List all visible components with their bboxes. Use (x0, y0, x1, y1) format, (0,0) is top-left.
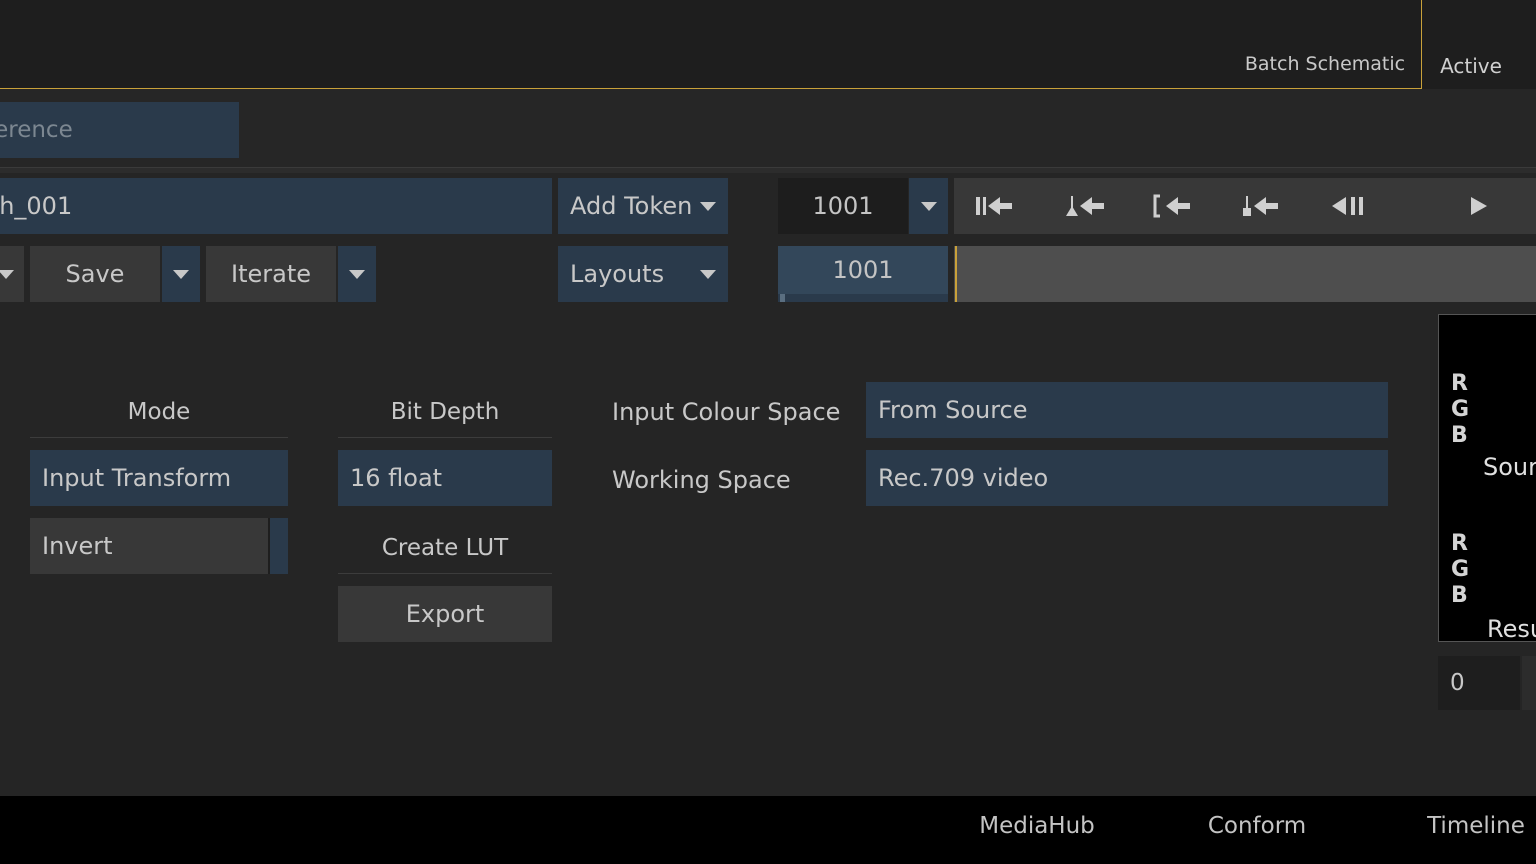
tab-timeline[interactable]: Timeline (1418, 796, 1534, 856)
playhead[interactable] (955, 246, 957, 302)
source-rgb-labels: R G B (1451, 371, 1469, 449)
viewer-value-field[interactable]: 0 (1438, 656, 1520, 710)
input-colour-space-value: From Source (878, 396, 1028, 424)
invert-label: Invert (42, 532, 113, 560)
reference-field-value: ference (0, 117, 73, 143)
bit-depth-header: Bit Depth (390, 399, 500, 425)
tab-batch-schematic[interactable]: Batch Schematic (1230, 44, 1420, 84)
save-dropdown-button[interactable] (162, 246, 200, 302)
previous-mark-button[interactable] (1232, 178, 1292, 234)
colour-viewer: R G B Sour R G B Resu (1438, 314, 1536, 642)
start-frame-value: 1001 (832, 256, 894, 284)
chevron-down-icon (700, 202, 716, 211)
previous-mark-icon (1243, 196, 1278, 216)
transport-controls (954, 178, 1536, 234)
play-reverse-icon (1332, 197, 1363, 215)
source-r-label: R (1451, 371, 1468, 396)
viewer-value: 0 (1450, 670, 1465, 696)
tab-separator (1421, 0, 1422, 89)
batch-name-value: ch_001 (0, 192, 73, 220)
result-g-label: G (1451, 557, 1470, 582)
tab-mediahub[interactable]: MediaHub (970, 796, 1104, 856)
chevron-down-icon (700, 270, 716, 279)
section-divider (0, 167, 1536, 173)
input-colour-space-label: Input Colour Space (612, 398, 841, 426)
source-label: Sour (1483, 453, 1536, 481)
source-b-label: B (1451, 423, 1468, 448)
layouts-label: Layouts (570, 260, 665, 288)
mode-header-underline (30, 437, 288, 438)
save-label: Save (65, 260, 125, 288)
chevron-down-icon (920, 201, 937, 211)
previous-keyframe-button[interactable] (1056, 178, 1116, 234)
tab-active[interactable]: Active (1424, 44, 1518, 88)
iterate-button[interactable]: Iterate (206, 246, 336, 302)
result-rgb-labels: R G B (1451, 531, 1469, 609)
working-space-label: Working Space (612, 466, 791, 494)
add-token-label: Add Token (570, 192, 693, 220)
export-label: Export (405, 600, 485, 628)
current-frame-field[interactable]: 1001 (778, 178, 908, 234)
mode-value: Input Transform (42, 464, 232, 492)
tab-conform[interactable]: Conform (1196, 796, 1318, 856)
previous-in-icon (1153, 194, 1190, 218)
play-reverse-button[interactable] (1320, 178, 1380, 234)
reference-field[interactable]: ference (0, 102, 239, 158)
bit-depth-select[interactable]: 16 float (338, 450, 552, 506)
invert-toggle-indicator[interactable] (268, 518, 288, 574)
export-button[interactable]: Export (338, 586, 552, 642)
frame-dropdown-button[interactable] (909, 178, 948, 234)
bit-depth-header-underline (338, 437, 552, 438)
chevron-down-icon (0, 270, 14, 279)
previous-in-point-button[interactable] (1144, 178, 1204, 234)
current-frame-value: 1001 (812, 192, 874, 220)
go-to-start-button[interactable] (966, 178, 1026, 234)
input-colour-space-select[interactable]: From Source (866, 382, 1388, 438)
viewer-value-side (1522, 656, 1536, 710)
left-dropdown-button[interactable] (0, 246, 24, 302)
add-token-button[interactable]: Add Token (558, 178, 728, 234)
chevron-down-icon (349, 269, 365, 279)
save-button[interactable]: Save (30, 246, 160, 302)
create-lut-header: Create LUT (381, 535, 509, 561)
batch-name-field[interactable]: ch_001 (0, 178, 552, 234)
iterate-label: Iterate (230, 260, 311, 288)
play-forward-icon (1471, 197, 1487, 215)
result-r-label: R (1451, 531, 1468, 556)
working-space-select[interactable]: Rec.709 video (866, 450, 1388, 506)
invert-toggle[interactable]: Invert (30, 518, 288, 574)
chevron-down-icon (173, 269, 189, 279)
result-b-label: B (1451, 583, 1468, 608)
previous-keyframe-icon (1066, 196, 1104, 216)
timeline-scrubber[interactable] (954, 246, 1536, 302)
iterate-dropdown-button[interactable] (338, 246, 376, 302)
result-label: Resu (1487, 615, 1536, 642)
layouts-button[interactable]: Layouts (558, 246, 728, 302)
start-frame-slider[interactable] (778, 294, 948, 302)
create-lut-header-underline (338, 573, 552, 574)
mode-select[interactable]: Input Transform (30, 450, 288, 506)
bit-depth-value: 16 float (350, 464, 443, 492)
working-space-value: Rec.709 video (878, 464, 1049, 492)
play-forward-button[interactable] (1448, 178, 1508, 234)
mode-header: Mode (127, 399, 191, 425)
source-g-label: G (1451, 397, 1470, 422)
go-to-start-icon (976, 197, 1012, 215)
